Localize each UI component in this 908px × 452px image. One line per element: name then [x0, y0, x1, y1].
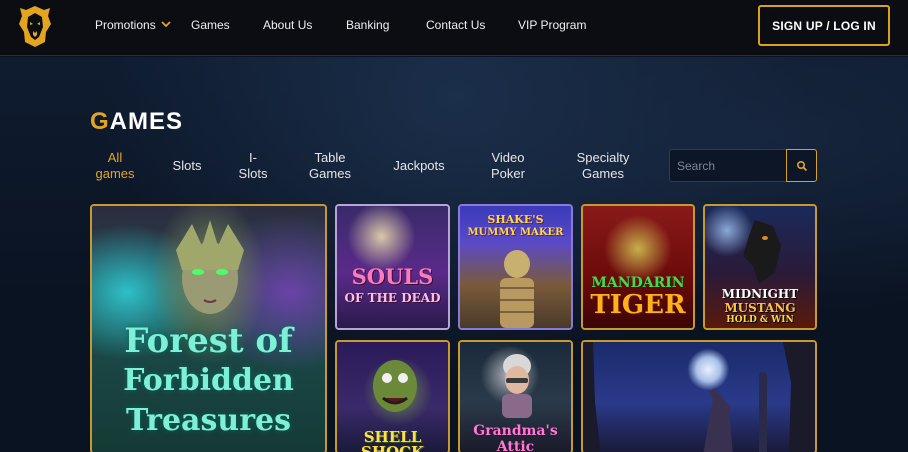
game-title-line2: Forbidden	[123, 363, 294, 398]
game-tile-shell-shock[interactable]: SHELL SHOCK	[335, 340, 450, 452]
tab-slots[interactable]: Slots	[167, 158, 207, 174]
nav-contact-us[interactable]: Contact Us	[426, 18, 485, 32]
games-heading-initial: G	[90, 108, 110, 135]
grandma-icon	[502, 354, 532, 418]
tab-jackpots[interactable]: Jackpots	[388, 158, 450, 174]
signup-login-button[interactable]: SIGN UP / LOG IN	[758, 5, 890, 46]
search-button[interactable]	[786, 149, 817, 182]
game-tile-wolf-night[interactable]	[581, 340, 817, 452]
games-heading: GAMES	[90, 108, 183, 136]
game-title-line1: Grandma's	[473, 423, 558, 439]
games-heading-rest: AMES	[109, 108, 184, 135]
game-title-line1: SHELL SHOCK	[337, 430, 448, 452]
nav-games[interactable]: Games	[191, 18, 230, 32]
game-title-line2: MUSTANG	[724, 301, 796, 315]
game-title-line3: Treasures	[126, 403, 291, 438]
game-tile-shakes-mummy-maker[interactable]: SHAKE'S MUMMY MAKER	[458, 204, 573, 330]
game-tile-souls-of-the-dead[interactable]: SOULS OF THE DEAD	[335, 204, 450, 330]
tab-label-line1: Table	[314, 150, 346, 165]
tab-label-line1: Video	[491, 150, 525, 165]
tab-label-line1: All	[107, 150, 123, 165]
game-title-line2: OF THE DEAD	[344, 291, 441, 305]
tab-label-line1: Slots	[172, 158, 202, 173]
chevron-down-icon[interactable]	[160, 18, 172, 30]
game-tile-midnight-mustang[interactable]: MIDNIGHT MUSTANG HOLD & WIN	[703, 204, 817, 330]
nav-vip-program[interactable]: VIP Program	[518, 18, 586, 32]
nav-about-us[interactable]: About Us	[263, 18, 312, 32]
tab-label-line1: Jackpots	[393, 158, 445, 173]
tab-specialty-games[interactable]: Specialty Games	[570, 150, 636, 182]
game-title-line1: MIDNIGHT	[721, 287, 799, 301]
tab-label-line1: I-	[249, 150, 257, 165]
forest-fairy-icon	[176, 220, 244, 314]
top-navigation-bar: Promotions Games About Us Banking Contac…	[0, 0, 908, 56]
game-title-line2: MUMMY MAKER	[467, 227, 564, 238]
wolf-silhouette-icon	[583, 342, 815, 452]
game-tile-grandmas-attic[interactable]: Grandma's Attic	[458, 340, 573, 452]
tab-label-line2: Games	[309, 166, 351, 181]
game-title-line1: MANDARIN	[591, 275, 685, 291]
game-title-line1: SHAKE'S	[487, 213, 544, 226]
search-input[interactable]	[669, 149, 787, 182]
game-tile-forest-of-forbidden-treasures[interactable]: Forest of Forbidden Treasures	[90, 204, 327, 452]
horse-icon	[743, 220, 781, 284]
nav-promotions[interactable]: Promotions	[95, 18, 156, 32]
nav-banking[interactable]: Banking	[346, 18, 389, 32]
tab-label-line2: games	[95, 166, 135, 181]
game-tile-mandarin-tiger[interactable]: MANDARIN TIGER	[581, 204, 695, 330]
game-title-line2: TIGER	[590, 290, 686, 320]
tab-table-games[interactable]: Table Games	[305, 150, 355, 182]
turtle-icon	[373, 360, 417, 412]
tab-i-slots[interactable]: I- Slots	[236, 150, 270, 182]
tab-video-poker[interactable]: Video Poker	[485, 150, 531, 182]
game-title-line3: HOLD & WIN	[726, 315, 794, 325]
game-title-line1: SOULS	[351, 264, 434, 289]
tab-all-games[interactable]: All games	[92, 150, 138, 182]
tab-label-line1: Specialty	[576, 150, 630, 165]
tab-label-line2: Games	[582, 166, 624, 181]
game-title-line2: Attic	[496, 439, 535, 452]
game-title-part2: SHOCK	[360, 443, 425, 452]
tab-label-line2: Poker	[491, 166, 525, 181]
search-icon	[796, 160, 807, 171]
tab-label-line2: Slots	[238, 166, 268, 181]
lion-logo-icon[interactable]	[17, 4, 53, 48]
mummy-icon	[500, 250, 534, 328]
game-title-line1: Forest of	[124, 321, 293, 361]
